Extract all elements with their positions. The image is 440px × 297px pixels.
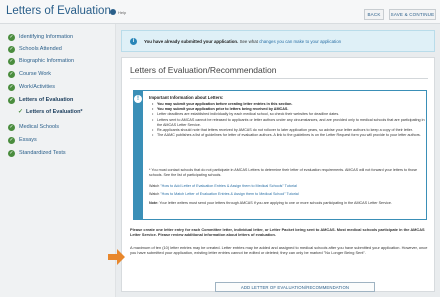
letters-panel: Letters of Evaluation/Recommendation ! I… [121,57,435,292]
sidebar-item-label: Letters of Evaluation [19,97,74,103]
sidebar-subitem-letters-of-evaluation[interactable]: ✓ Letters of Evaluation* [18,108,83,116]
page-title: Letters of Evaluation [6,5,111,17]
submitted-notice: i You have already submitted your applic… [121,30,435,52]
info-bullets: You may submit your application before c… [152,102,427,139]
sidebar-item-label: Schools Attended [19,46,62,52]
check-icon: ✓ [8,123,15,131]
sidebar-item-work-activities[interactable]: ✓ Work/Activities [8,83,55,91]
watch-tutorial-2: Watch "How to Match Letter of Evaluation… [149,192,431,197]
note-text: Note: Your letter writers must send your… [149,201,431,206]
check-icon: ✓ [8,83,15,91]
list-item: Letters sent to AMCAS cannot be released… [152,118,427,128]
checkmark-icon: ✓ [18,109,24,115]
notice-rest: See what [238,39,260,44]
top-bar: Letters of Evaluation Help BACK SAVE & C… [0,0,440,24]
exclamation-icon: ! [134,95,142,103]
tutorial-link-match[interactable]: "How to Match Letter of Evaluation Entri… [160,192,298,196]
help-icon [110,9,116,15]
sidebar-item-essays[interactable]: ✓ Essays [8,136,37,144]
sidebar-item-course-work[interactable]: ✓ Course Work [8,70,51,78]
save-continue-button[interactable]: SAVE & CONTINUE [389,9,436,20]
sidebar-item-label: Biographic Information [19,58,75,64]
sidebar-item-schools-attended[interactable]: ✓ Schools Attended [8,45,62,53]
list-item: The AAMC publishes a list of guidelines … [152,133,427,138]
sidebar-item-label: Identifying Information [19,34,74,40]
help-label: Help [118,9,127,15]
important-info-box: ! Important Information about Letters: Y… [133,90,427,220]
check-icon: ✓ [8,96,15,104]
sidebar-item-identifying-information[interactable]: ✓ Identifying Information [8,33,73,41]
sidebar-item-biographic-information[interactable]: ✓ Biographic Information [8,57,74,65]
notice-bold: You have already submitted your applicat… [144,39,239,44]
pointer-arrow-icon [108,249,125,265]
entry-limit-text: A maximum of ten (10) letter entries may… [130,245,428,256]
help-link[interactable]: Help [110,9,126,15]
sidebar: ✓ Identifying Information ✓ Schools Atte… [0,24,116,297]
check-icon: ✓ [8,57,15,65]
divider [130,78,428,79]
watch-tutorial-1: Watch "How to Add Letter of Evaluation E… [149,184,431,189]
note-body: Your letter writers must send your lette… [159,201,392,205]
sidebar-item-label: Course Work [19,71,51,77]
add-letter-button[interactable]: ADD LETTER OF EVALUATION/RECOMMENDATION [215,282,375,292]
watch-label: Watch [149,192,160,196]
check-icon: ✓ [8,33,15,41]
entry-instructions: Please create one letter entry for each … [130,227,425,238]
watch-label: Watch [149,184,160,188]
section-title: Letters of Evaluation/Recommendation [130,65,277,75]
sidebar-item-letters-of-evaluation[interactable]: ✓ Letters of Evaluation [8,96,73,104]
sidebar-subitem-label: Letters of Evaluation* [26,108,83,115]
sidebar-item-label: Work/Activities [19,84,55,90]
check-icon: ✓ [8,136,15,144]
main-content: i You have already submitted your applic… [121,30,435,292]
sidebar-item-medical-schools[interactable]: ✓ Medical Schools [8,123,59,131]
back-button[interactable]: BACK [364,9,384,20]
sidebar-item-label: Essays [19,137,37,143]
note-label: Note: [149,201,159,205]
check-icon: ✓ [8,70,15,78]
sidebar-item-label: Medical Schools [19,124,60,130]
check-icon: ✓ [8,45,15,53]
sidebar-item-standardized-tests[interactable]: ✓ Standardized Tests [8,149,66,157]
check-icon: ✓ [8,149,15,157]
sidebar-item-label: Standardized Tests [19,150,66,156]
info-icon: i [130,38,137,45]
participation-note: * You must contact schools that do not p… [149,168,418,177]
info-heading: Important Information about Letters: [149,95,224,100]
notice-text: You have already submitted your applicat… [144,39,341,44]
tutorial-link-add[interactable]: "How to Add Letter of Evaluation Entries… [160,184,296,188]
changes-link[interactable]: changes you can make to your application [259,39,341,44]
